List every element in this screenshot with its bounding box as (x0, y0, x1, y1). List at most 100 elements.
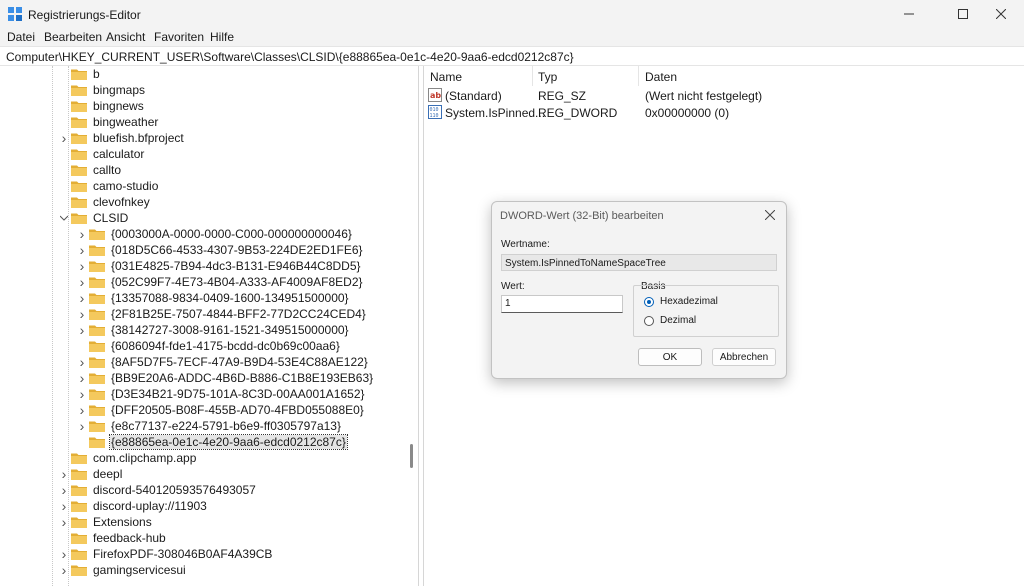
tree-item[interactable]: › {DFF20505-B08F-455B-AD70-4FBD055088E0} (76, 402, 365, 418)
tree-item[interactable]: › deepl (58, 466, 123, 482)
tree-item[interactable]: › gamingservicesui (58, 562, 187, 578)
tree-item[interactable]: › {031E4825-7B94-4dc3-B131-E946B44C8DD5} (76, 258, 362, 274)
address-path[interactable]: Computer\HKEY_CURRENT_USER\Software\Clas… (6, 50, 574, 64)
tree-item[interactable]: › FirefoxPDF-308046B0AF4A39CB (58, 546, 273, 562)
chevron-right-icon[interactable]: › (76, 402, 88, 418)
chevron-right-icon[interactable]: › (58, 466, 70, 482)
tree-item[interactable]: › {018D5C66-4533-4307-9B53-224DE2ED1FE6} (76, 242, 364, 258)
chevron-right-icon[interactable]: › (58, 498, 70, 514)
hexadecimal-label[interactable]: Hexadezimal (660, 296, 718, 307)
folder-icon (89, 277, 105, 288)
folder-icon (71, 181, 87, 192)
decimal-radio[interactable] (644, 316, 654, 326)
tree-item[interactable]: › {8AF5D7F5-7ECF-47A9-B9D4-53E4C88AE122} (76, 354, 369, 370)
chevron-down-icon[interactable] (58, 210, 70, 226)
column-header-name[interactable]: Name (430, 70, 462, 84)
tree-item[interactable]: CLSID (58, 210, 129, 226)
chevron-right-icon[interactable]: › (76, 370, 88, 386)
tree-item[interactable]: clevofnkey (58, 194, 151, 210)
folder-icon (71, 501, 87, 512)
column-separator[interactable] (532, 66, 533, 86)
tree-item-label: calculator (93, 147, 145, 161)
column-separator[interactable] (638, 66, 639, 86)
tree-item-label: {8AF5D7F5-7ECF-47A9-B9D4-53E4C88AE122} (111, 355, 368, 369)
chevron-right-icon[interactable]: › (58, 130, 70, 146)
folder-icon (89, 389, 105, 400)
tree-item[interactable]: › {e8c77137-e224-5791-b6e9-ff0305797a13} (76, 418, 342, 434)
chevron-right-icon[interactable]: › (58, 546, 70, 562)
column-header-type[interactable]: Typ (538, 70, 557, 84)
tree-item[interactable]: bingweather (58, 114, 159, 130)
value-row[interactable]: 010 110 System.IsPinned... REG_DWORD 0x0… (428, 105, 1018, 121)
tree-item[interactable]: calculator (58, 146, 145, 162)
folder-icon (71, 469, 87, 480)
key-tree[interactable]: b bingmaps bingnews bingweather › bluefish.bf… (2, 66, 419, 586)
tree-item[interactable]: › bluefish.bfproject (58, 130, 185, 146)
column-header-data[interactable]: Daten (645, 70, 677, 84)
chevron-right-icon[interactable]: › (76, 258, 88, 274)
folder-icon (89, 341, 105, 352)
tree-item[interactable]: › {0003000A-0000-0000-C000-000000000046} (76, 226, 353, 242)
chevron-right-icon[interactable]: › (76, 242, 88, 258)
chevron-right-icon[interactable]: › (58, 562, 70, 578)
tree-item[interactable]: › {052C99F7-4E73-4B04-A333-AF4009AF8ED2} (76, 274, 364, 290)
tree-scrollbar-thumb[interactable] (410, 444, 413, 468)
menu-ansicht[interactable]: Ansicht (106, 30, 145, 44)
tree-item[interactable]: bingmaps (58, 82, 146, 98)
chevron-right-icon[interactable]: › (58, 482, 70, 498)
tree-item[interactable]: › discord-uplay://11903 (58, 498, 208, 514)
chevron-right-icon[interactable]: › (76, 290, 88, 306)
chevron-right-icon[interactable]: › (76, 418, 88, 434)
tree-item-label: {0003000A-0000-0000-C000-000000000046} (111, 227, 352, 241)
tree-item[interactable]: › discord-540120593576493057 (58, 482, 257, 498)
chevron-right-icon[interactable]: › (76, 306, 88, 322)
value-type: REG_DWORD (538, 106, 618, 120)
menu-bearbeiten[interactable]: Bearbeiten (44, 30, 102, 44)
value-data-input[interactable]: 1 (501, 295, 623, 313)
decimal-label[interactable]: Dezimal (660, 315, 696, 326)
chevron-right-icon[interactable]: › (76, 274, 88, 290)
chevron-right-icon[interactable]: › (76, 322, 88, 338)
tree-item[interactable]: › {2F81B25E-7507-4844-BFF2-77D2CC24CED4} (76, 306, 367, 322)
tree-item[interactable]: › Extensions (58, 514, 153, 530)
tree-item[interactable]: feedback-hub (58, 530, 167, 546)
chevron-right-icon[interactable]: › (76, 354, 88, 370)
tree-item[interactable]: camo-studio (58, 178, 159, 194)
folder-icon (71, 565, 87, 576)
tree-item[interactable]: bingnews (58, 98, 145, 114)
tree-item-label: bingweather (93, 115, 159, 129)
tree-item[interactable]: › {BB9E20A6-ADDC-4B6D-B886-C1B8E193EB63} (76, 370, 374, 386)
menu-hilfe[interactable]: Hilfe (210, 30, 234, 44)
address-bar[interactable]: Computer\HKEY_CURRENT_USER\Software\Clas… (0, 46, 1024, 66)
value-name-label: Wertname: (501, 239, 550, 250)
tree-item-label: feedback-hub (93, 531, 166, 545)
close-button[interactable] (978, 0, 1024, 28)
tree-item[interactable]: {e88865ea-0e1c-4e20-9aa6-edcd0212c87c} (76, 434, 348, 450)
tree-item[interactable]: › {D3E34B21-9D75-101A-8C3D-00AA001A1652} (76, 386, 366, 402)
tree-item[interactable]: {6086094f-fde1-4175-bcdd-dc0b69c00aa6} (76, 338, 341, 354)
tree-item[interactable]: com.clipchamp.app (58, 450, 197, 466)
svg-text:ab: ab (430, 91, 441, 100)
value-row[interactable]: ab (Standard) REG_SZ (Wert nicht festgel… (428, 88, 1018, 104)
tree-item[interactable]: › {38142727-3008-9161-1521-349515000000} (76, 322, 350, 338)
menu-datei[interactable]: Datei (7, 30, 35, 44)
tree-item[interactable]: callto (58, 162, 122, 178)
tree-item[interactable]: b (58, 66, 101, 82)
ok-button[interactable]: OK (638, 348, 702, 366)
tree-item[interactable]: › {13357088-9834-0409-1600-134951500000} (76, 290, 350, 306)
cancel-button[interactable]: Abbrechen (712, 348, 776, 366)
minimize-button[interactable] (886, 0, 932, 28)
hexadecimal-radio[interactable] (644, 297, 654, 307)
binary-value-icon: 010 110 (428, 105, 442, 119)
tree-item-label: discord-540120593576493057 (93, 483, 256, 497)
chevron-right-icon[interactable]: › (76, 386, 88, 402)
menu-favoriten[interactable]: Favoriten (154, 30, 204, 44)
chevron-right-icon[interactable]: › (58, 514, 70, 530)
chevron-right-icon[interactable]: › (76, 226, 88, 242)
dialog-close-button[interactable] (762, 207, 778, 223)
